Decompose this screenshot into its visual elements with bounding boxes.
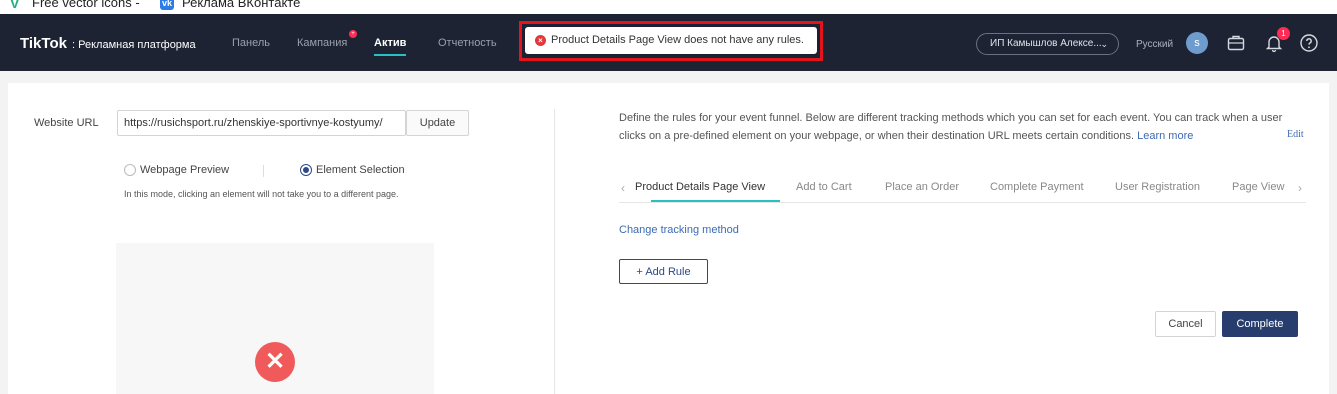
nav-item-campaign[interactable]: Кампания xyxy=(297,37,347,49)
tab-page-view[interactable]: Page View xyxy=(1232,181,1284,193)
language-switch[interactable]: Русский xyxy=(1136,39,1173,50)
bookmark-vk-ads[interactable]: vk Реклама ВКонтакте xyxy=(160,0,300,10)
radio-separator xyxy=(263,165,264,177)
account-name: ИП Камышлов Алексе... xyxy=(990,38,1102,49)
radio-circle xyxy=(124,164,136,176)
add-rule-button[interactable]: + Add Rule xyxy=(619,259,708,284)
chevron-left-icon[interactable]: ‹ xyxy=(621,181,625,195)
tab-user-registration[interactable]: User Registration xyxy=(1115,181,1200,193)
change-tracking-method-link[interactable]: Change tracking method xyxy=(619,224,739,236)
nav-item-assets[interactable]: Актив xyxy=(374,37,407,56)
vk-icon: vk xyxy=(160,0,174,10)
error-icon: × xyxy=(535,35,546,46)
panel-divider xyxy=(554,109,555,394)
error-toast: × Product Details Page View does not hav… xyxy=(525,27,817,54)
bookmark-free-vector-icons[interactable]: V Free vector icons - xyxy=(10,0,140,10)
radio-label: Element Selection xyxy=(316,164,405,176)
website-url-input[interactable] xyxy=(117,110,406,136)
logo-subtitle: : Рекламная платформа xyxy=(68,39,196,51)
website-url-label: Website URL xyxy=(34,117,99,129)
tab-place-an-order[interactable]: Place an Order xyxy=(885,181,959,193)
learn-more-link[interactable]: Learn more xyxy=(1137,130,1193,142)
toast-message: Product Details Page View does not have … xyxy=(551,34,804,46)
nav-item-reporting[interactable]: Отчетность xyxy=(438,37,497,49)
notification-count-badge: 1 xyxy=(1277,27,1290,40)
avatar[interactable]: s xyxy=(1186,32,1208,54)
bookmark-label: Реклама ВКонтакте xyxy=(182,0,301,10)
bookmarks-bar: V Free vector icons - vk Реклама ВКонтак… xyxy=(0,0,1337,14)
update-button[interactable]: Update xyxy=(406,110,469,136)
radio-webpage-preview[interactable]: Webpage Preview xyxy=(124,164,229,176)
cancel-button[interactable]: Cancel xyxy=(1155,311,1216,337)
account-select[interactable]: ИП Камышлов Алексе... ⌄ xyxy=(976,33,1119,55)
tab-complete-payment[interactable]: Complete Payment xyxy=(990,181,1084,193)
tiktok-logo[interactable]: TikTok : Рекламная платформа xyxy=(20,35,196,52)
bookmark-label: Free vector icons - xyxy=(32,0,140,10)
help-icon[interactable] xyxy=(1299,33,1319,53)
campaign-badge: + xyxy=(349,30,357,38)
vector-icon: V xyxy=(10,0,20,11)
nav-item-dashboard[interactable]: Панель xyxy=(232,37,270,49)
radio-circle-selected xyxy=(300,164,312,176)
event-funnel-description: Define the rules for your event funnel. … xyxy=(619,109,1299,145)
logo-text: TikTok xyxy=(20,35,67,52)
complete-button[interactable]: Complete xyxy=(1222,311,1298,337)
radio-label: Webpage Preview xyxy=(140,164,230,176)
tabs-divider xyxy=(619,202,1306,203)
tab-add-to-cart[interactable]: Add to Cart xyxy=(796,181,852,193)
plus-icon: + xyxy=(636,265,643,278)
edit-link[interactable]: Edit xyxy=(1287,129,1304,140)
error-close-icon: ✕ xyxy=(255,342,295,382)
add-rule-label: Add Rule xyxy=(645,265,691,278)
tab-product-details-page-view[interactable]: Product Details Page View xyxy=(635,181,765,193)
chevron-down-icon: ⌄ xyxy=(1100,39,1108,49)
briefcase-icon[interactable] xyxy=(1226,33,1246,53)
mode-hint: In this mode, clicking an element will n… xyxy=(124,189,399,199)
radio-element-selection[interactable]: Element Selection xyxy=(300,164,405,176)
chevron-right-icon[interactable]: › xyxy=(1298,181,1302,195)
